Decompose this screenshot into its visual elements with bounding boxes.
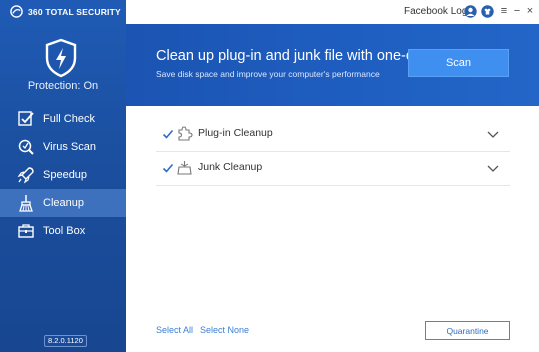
- sidebar-item-full-check[interactable]: Full Check: [0, 105, 126, 133]
- sidebar-item-label: Tool Box: [43, 225, 86, 237]
- rocket-icon: [16, 165, 36, 185]
- list-item-label: Junk Cleanup: [198, 161, 263, 173]
- sidebar-item-label: Speedup: [43, 169, 88, 181]
- banner-title: Clean up plug-in and junk file with one-…: [156, 48, 435, 64]
- virus-scan-icon: [16, 137, 36, 157]
- list-item-label: Plug-in Cleanup: [198, 127, 273, 139]
- sidebar: 360 TOTAL SECURITY Protection: On Full C…: [0, 0, 126, 352]
- sidebar-item-virus-scan[interactable]: Virus Scan: [0, 133, 126, 161]
- shirt-icon[interactable]: [481, 5, 494, 18]
- brand: 360 TOTAL SECURITY: [10, 5, 121, 18]
- sidebar-item-cleanup[interactable]: Cleanup: [0, 189, 126, 217]
- chevron-down-icon[interactable]: [486, 128, 500, 140]
- quarantine-button[interactable]: Quarantine: [425, 321, 510, 340]
- checkmark-icon[interactable]: [162, 128, 174, 140]
- close-button[interactable]: ×: [524, 4, 536, 18]
- brand-logo-icon: [10, 5, 23, 18]
- sidebar-item-speedup[interactable]: Speedup: [0, 161, 126, 189]
- full-check-icon: [16, 109, 36, 129]
- title-bar: Facebook Login ≡ − ×: [126, 0, 539, 24]
- menu-button[interactable]: ≡: [498, 4, 510, 18]
- toolbox-icon: [16, 221, 36, 241]
- sidebar-item-label: Full Check: [43, 113, 95, 125]
- select-all-link[interactable]: Select All: [156, 325, 193, 335]
- list-item-plugin-cleanup[interactable]: Plug-in Cleanup: [156, 118, 510, 152]
- banner-subtitle: Save disk space and improve your compute…: [156, 69, 380, 79]
- sidebar-item-label: Virus Scan: [43, 141, 96, 153]
- cleanup-list: Plug-in Cleanup Junk Cleanup: [156, 118, 510, 186]
- junk-icon: [177, 161, 192, 175]
- sidebar-nav: Full Check Virus Scan Speedup Cleanup To…: [0, 105, 126, 245]
- broom-icon: [16, 193, 36, 213]
- version-label: 8.2.0.1120: [44, 335, 87, 347]
- scan-button[interactable]: Scan: [408, 49, 509, 77]
- chevron-down-icon[interactable]: [486, 162, 500, 174]
- minimize-button[interactable]: −: [511, 4, 523, 18]
- user-icon[interactable]: [464, 5, 477, 18]
- protection-status: Protection: On: [27, 80, 99, 92]
- brand-name: 360 TOTAL SECURITY: [28, 6, 121, 17]
- shield-icon: [45, 38, 77, 78]
- list-item-junk-cleanup[interactable]: Junk Cleanup: [156, 152, 510, 186]
- select-none-link[interactable]: Select None: [200, 325, 249, 335]
- sidebar-item-tool-box[interactable]: Tool Box: [0, 217, 126, 245]
- checkmark-icon[interactable]: [162, 162, 174, 174]
- cleanup-banner: Clean up plug-in and junk file with one-…: [126, 24, 539, 106]
- sidebar-item-label: Cleanup: [43, 197, 84, 209]
- puzzle-icon: [178, 126, 193, 141]
